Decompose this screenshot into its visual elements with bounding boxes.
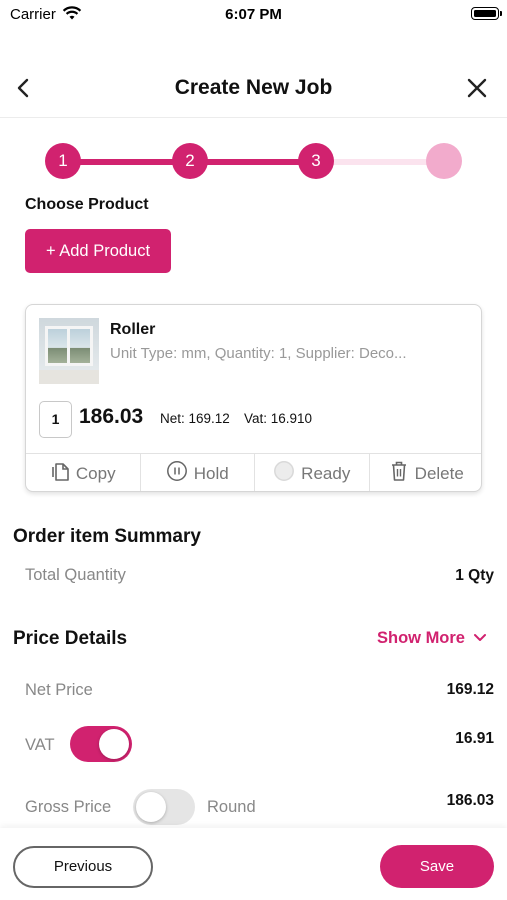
save-button[interactable]: Save [380,845,494,888]
copy-label: Copy [75,463,116,483]
step-1[interactable]: 1 [45,143,81,179]
product-thumbnail [39,318,99,384]
show-more-label: Show More [376,629,465,647]
vat-toggle-knob [99,729,129,759]
progress-stepper: 1 2 3 [45,143,463,181]
product-vat: Vat: 16.910 [244,411,313,426]
vat-label: VAT [25,736,55,754]
footer-bar: Previous Save [0,828,507,900]
round-label: Round [207,798,256,816]
clock: 6:07 PM [225,6,282,23]
vat-value: 16.91 [455,730,494,747]
ready-button[interactable]: Ready [255,454,370,491]
round-toggle[interactable] [133,789,195,825]
total-quantity-label: Total Quantity [25,566,126,584]
step-4[interactable] [426,143,462,179]
close-icon[interactable] [463,74,491,102]
vat-toggle[interactable] [70,726,132,762]
trash-icon [389,460,409,487]
ready-label: Ready [301,463,351,483]
round-toggle-knob [136,792,166,822]
hold-button[interactable]: Hold [141,454,255,491]
product-actions: Copy Hold Ready Delete [26,453,482,491]
copy-button[interactable]: Copy [26,454,141,491]
step-2[interactable]: 2 [172,143,208,179]
page-title: Create New Job [174,76,333,99]
product-name: Roller [110,321,156,338]
battery-icon [471,7,502,20]
net-price-value: 169.12 [446,681,494,698]
choose-product-label: Choose Product [25,196,149,213]
delete-button[interactable]: Delete [370,454,482,491]
step-3[interactable]: 3 [298,143,334,179]
quantity-input[interactable]: 1 [39,401,72,438]
net-price-label: Net Price [25,681,93,699]
product-description: Unit Type: mm, Quantity: 1, Supplier: De… [110,345,407,362]
pause-circle-icon [166,460,188,487]
total-quantity-value: 1 Qty [455,567,494,584]
product-card[interactable]: Roller Unit Type: mm, Quantity: 1, Suppl… [25,304,482,492]
show-more-button[interactable]: Show More [377,629,487,648]
product-price: 186.03 [79,405,144,428]
ready-radio-icon [273,460,295,487]
product-net: Net: 169.12 [160,411,230,426]
previous-button[interactable]: Previous [13,846,153,888]
hold-label: Hold [193,463,229,483]
gross-price-label: Gross Price [25,798,112,816]
add-product-button[interactable]: + Add Product [25,229,171,273]
status-bar: Carrier 6:07 PM [0,0,507,30]
copy-icon [50,460,70,487]
nav-header: Create New Job [0,60,507,118]
delete-label: Delete [414,463,464,483]
chevron-down-icon [473,629,487,648]
gross-price-value: 186.03 [446,792,494,809]
order-summary-title: Order item Summary [13,526,201,547]
price-details-title: Price Details [13,628,128,649]
